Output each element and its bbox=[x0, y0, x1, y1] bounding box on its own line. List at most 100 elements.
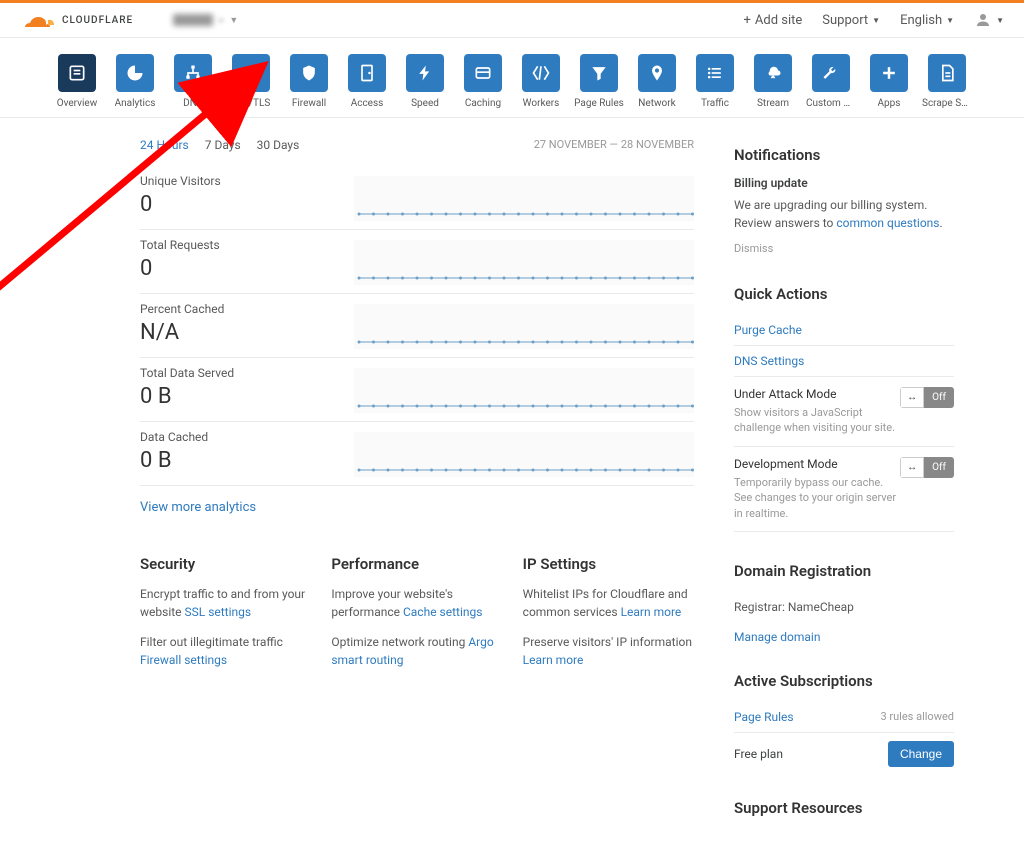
cache-settings-link[interactable]: Cache settings bbox=[403, 605, 482, 619]
sparkline bbox=[354, 176, 694, 221]
nav-tab-cloud[interactable]: Stream bbox=[748, 54, 798, 109]
ip-settings-card: IP Settings Whitelist IPs for Cloudflare… bbox=[523, 555, 694, 681]
notifications-heading: Notifications bbox=[734, 146, 954, 164]
nav-label: Traffic bbox=[701, 98, 729, 109]
nav-tab-funnel[interactable]: Page Rules bbox=[574, 54, 624, 109]
page-rules-link[interactable]: Page Rules bbox=[734, 710, 794, 724]
stat-block: Total Requests0 bbox=[140, 230, 694, 294]
support-menu[interactable]: Support▼ bbox=[822, 13, 880, 28]
preserve-ip-link[interactable]: Learn more bbox=[523, 653, 584, 667]
under-attack-toggle[interactable]: ↔ Off bbox=[900, 387, 954, 408]
nav-tab-door[interactable]: Access bbox=[342, 54, 392, 109]
chevron-down-icon: ▼ bbox=[946, 16, 954, 25]
quick-actions-heading: Quick Actions bbox=[734, 285, 954, 303]
workers-icon bbox=[522, 54, 560, 92]
card-title: Security bbox=[140, 555, 311, 573]
time-tab-7d[interactable]: 7 Days bbox=[205, 138, 241, 152]
nav-tab-overview[interactable]: Overview bbox=[52, 54, 102, 109]
stat-block: Total Data Served0 B bbox=[140, 358, 694, 422]
plan-label: Free plan bbox=[734, 747, 783, 761]
cloud-icon bbox=[754, 54, 792, 92]
nav-label: Page Rules bbox=[574, 98, 624, 109]
nav-tab-list[interactable]: Traffic bbox=[690, 54, 740, 109]
nav-label: Stream bbox=[757, 98, 789, 109]
nav-label: Overview bbox=[57, 98, 98, 109]
site-selector[interactable]: ▪ ▼ bbox=[173, 13, 238, 27]
sparkline bbox=[354, 432, 694, 477]
toggle-arrows-icon: ↔ bbox=[907, 462, 917, 473]
dev-mode-toggle[interactable]: ↔ Off bbox=[900, 457, 954, 478]
cloudflare-logo-icon bbox=[20, 11, 56, 29]
notification-title: Billing update bbox=[734, 176, 954, 190]
nav-label: SSL/TLS bbox=[232, 98, 271, 109]
under-attack-desc: Show visitors a JavaScript challenge whe… bbox=[734, 405, 900, 436]
nav-label: Speed bbox=[411, 98, 439, 109]
header: CLOUDFLARE ▪ ▼ +Add site Support▼ Englis… bbox=[0, 3, 1024, 38]
security-card: Security Encrypt traffic to and from you… bbox=[140, 555, 311, 681]
nav-tab-wrench[interactable]: Custom Pa... bbox=[806, 54, 856, 109]
nav-label: Access bbox=[351, 98, 384, 109]
nav-label: Custom Pa... bbox=[806, 98, 856, 109]
dev-mode-desc: Temporarily bypass our cache. See change… bbox=[734, 475, 900, 521]
support-resources-heading: Support Resources bbox=[734, 799, 954, 817]
under-attack-title: Under Attack Mode bbox=[734, 387, 900, 401]
pin-icon bbox=[638, 54, 676, 92]
dns-settings-link[interactable]: DNS Settings bbox=[734, 346, 954, 377]
wrench-icon bbox=[812, 54, 850, 92]
stat-block: Unique Visitors0 bbox=[140, 166, 694, 230]
nav-label: Apps bbox=[878, 98, 901, 109]
nav-tab-bolt[interactable]: Speed bbox=[400, 54, 450, 109]
nav-tab-shield[interactable]: Firewall bbox=[284, 54, 334, 109]
language-menu[interactable]: English▼ bbox=[900, 13, 954, 28]
nav-label: Caching bbox=[465, 98, 501, 109]
user-icon bbox=[974, 11, 992, 29]
whitelist-link[interactable]: Learn more bbox=[621, 605, 682, 619]
ssl-settings-link[interactable]: SSL settings bbox=[185, 605, 252, 619]
manage-domain-link[interactable]: Manage domain bbox=[734, 622, 954, 652]
notification-body: We are upgrading our billing system. Rev… bbox=[734, 196, 954, 232]
time-tab-30d[interactable]: 30 Days bbox=[257, 138, 300, 152]
nav-label: Workers bbox=[523, 98, 560, 109]
view-more-analytics-link[interactable]: View more analytics bbox=[140, 500, 694, 515]
logo[interactable]: CLOUDFLARE bbox=[20, 11, 133, 29]
shield-icon bbox=[290, 54, 328, 92]
card-title: IP Settings bbox=[523, 555, 694, 573]
nav-label: Analytics bbox=[115, 98, 156, 109]
cache-icon bbox=[464, 54, 502, 92]
chevron-down-icon: ▼ bbox=[996, 16, 1004, 25]
nav-tab-page[interactable]: Scrape Shi... bbox=[922, 54, 972, 109]
overview-icon bbox=[58, 54, 96, 92]
sparkline bbox=[354, 304, 694, 349]
nav-tab-dns[interactable]: DNS bbox=[168, 54, 218, 109]
page-icon bbox=[928, 54, 966, 92]
common-questions-link[interactable]: common questions bbox=[836, 216, 939, 230]
door-icon bbox=[348, 54, 386, 92]
nav-tab-pin[interactable]: Network bbox=[632, 54, 682, 109]
time-tab-24h[interactable]: 24 Hours bbox=[140, 138, 189, 152]
change-plan-button[interactable]: Change bbox=[888, 741, 954, 767]
nav-label: Network bbox=[638, 98, 675, 109]
dismiss-button[interactable]: Dismiss bbox=[734, 242, 954, 255]
dev-mode-title: Development Mode bbox=[734, 457, 900, 471]
account-menu[interactable]: ▼ bbox=[974, 11, 1004, 29]
nav-tab-lock[interactable]: SSL/TLS bbox=[226, 54, 276, 109]
nav-label: Scrape Shi... bbox=[922, 98, 972, 109]
add-site-button[interactable]: +Add site bbox=[744, 13, 803, 28]
toggle-arrows-icon: ↔ bbox=[907, 392, 917, 403]
sparkline bbox=[354, 368, 694, 413]
site-name-blurred bbox=[173, 14, 213, 26]
card-title: Performance bbox=[331, 555, 502, 573]
bolt-icon bbox=[406, 54, 444, 92]
firewall-settings-link[interactable]: Firewall settings bbox=[140, 653, 227, 667]
nav-label: DNS bbox=[183, 98, 203, 109]
stat-block: Percent CachedN/A bbox=[140, 294, 694, 358]
funnel-icon bbox=[580, 54, 618, 92]
purge-cache-link[interactable]: Purge Cache bbox=[734, 315, 954, 346]
lock-icon bbox=[232, 54, 270, 92]
nav-tab-workers[interactable]: Workers bbox=[516, 54, 566, 109]
nav-tab-plus[interactable]: Apps bbox=[864, 54, 914, 109]
analytics-icon bbox=[116, 54, 154, 92]
nav-tab-cache[interactable]: Caching bbox=[458, 54, 508, 109]
list-icon bbox=[696, 54, 734, 92]
nav-tab-analytics[interactable]: Analytics bbox=[110, 54, 160, 109]
